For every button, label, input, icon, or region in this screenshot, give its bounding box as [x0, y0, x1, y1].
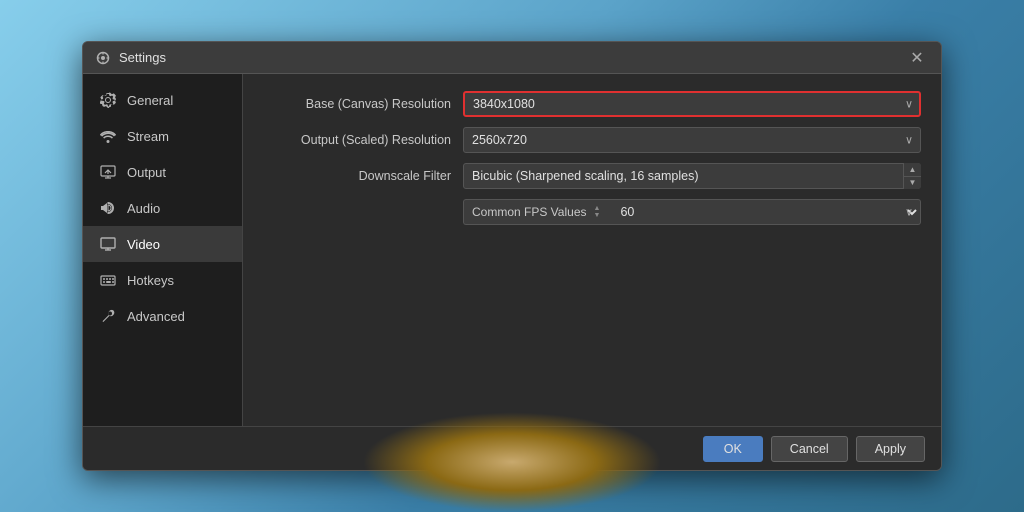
titlebar: Settings ✕: [83, 42, 941, 74]
cancel-button[interactable]: Cancel: [771, 436, 848, 462]
fps-tag-text: Common FPS Values: [472, 205, 587, 219]
sidebar-item-audio[interactable]: Audio: [83, 190, 242, 226]
wifi-icon: [99, 127, 117, 145]
output-resolution-dropdown[interactable]: 2560x720: [463, 127, 921, 153]
sidebar-label-output: Output: [127, 165, 166, 180]
fps-control: Common FPS Values ▲ ▼ 60: [463, 199, 921, 225]
sidebar-label-advanced: Advanced: [127, 309, 185, 324]
apply-button[interactable]: Apply: [856, 436, 925, 462]
settings-dialog: Settings ✕ General: [82, 41, 942, 471]
close-button[interactable]: ✕: [905, 46, 929, 70]
base-resolution-control: 3840x1080: [463, 91, 921, 117]
monitor-icon: [99, 235, 117, 253]
sidebar-item-stream[interactable]: Stream: [83, 118, 242, 154]
gear-icon: [99, 91, 117, 109]
sidebar-label-video: Video: [127, 237, 160, 252]
base-resolution-dropdown[interactable]: 3840x1080: [463, 91, 921, 117]
sidebar-label-general: General: [127, 93, 173, 108]
fps-label-wrapper: Common FPS Values ▲ ▼ 60: [463, 199, 921, 225]
sidebar-item-output[interactable]: Output: [83, 154, 242, 190]
downscale-filter-row: Downscale Filter ▲ ▼: [263, 162, 921, 190]
sidebar-item-advanced[interactable]: Advanced: [83, 298, 242, 334]
sidebar-item-hotkeys[interactable]: Hotkeys: [83, 262, 242, 298]
downscale-filter-control: ▲ ▼: [463, 163, 921, 189]
dialog-body: General Stream: [83, 74, 941, 426]
output-resolution-label: Output (Scaled) Resolution: [263, 133, 463, 147]
titlebar-icon: [95, 50, 111, 66]
downscale-filter-down[interactable]: ▼: [904, 177, 921, 190]
base-resolution-label: Base (Canvas) Resolution: [263, 97, 463, 111]
downscale-filter-wrapper: ▲ ▼: [463, 163, 921, 189]
dialog-title: Settings: [119, 50, 905, 65]
wrench-icon: [99, 307, 117, 325]
base-resolution-row: Base (Canvas) Resolution 3840x1080: [263, 90, 921, 118]
fps-tag-arrows: ▲ ▼: [594, 205, 601, 219]
downscale-filter-input[interactable]: [463, 163, 921, 189]
sidebar-item-video[interactable]: Video: [83, 226, 242, 262]
main-content: Base (Canvas) Resolution 3840x1080 Outpu…: [243, 74, 941, 426]
fps-tag: Common FPS Values ▲ ▼: [463, 199, 608, 225]
output-resolution-control: 2560x720: [463, 127, 921, 153]
fps-row: Common FPS Values ▲ ▼ 60: [263, 198, 921, 226]
downscale-filter-up[interactable]: ▲: [904, 163, 921, 177]
sidebar-label-stream: Stream: [127, 129, 169, 144]
base-resolution-dropdown-wrapper: 3840x1080: [463, 91, 921, 117]
keyboard-icon: [99, 271, 117, 289]
fps-dropdown[interactable]: 60: [608, 199, 921, 225]
output-resolution-dropdown-wrapper: 2560x720: [463, 127, 921, 153]
sidebar-item-general[interactable]: General: [83, 82, 242, 118]
output-icon: [99, 163, 117, 181]
downscale-filter-arrows: ▲ ▼: [903, 163, 921, 189]
settings-grid: Base (Canvas) Resolution 3840x1080 Outpu…: [263, 90, 921, 226]
downscale-filter-label: Downscale Filter: [263, 169, 463, 183]
output-resolution-row: Output (Scaled) Resolution 2560x720: [263, 126, 921, 154]
dialog-footer: OK Cancel Apply: [83, 426, 941, 470]
fps-dropdown-wrapper: 60: [608, 199, 921, 225]
sidebar-label-audio: Audio: [127, 201, 160, 216]
sidebar-label-hotkeys: Hotkeys: [127, 273, 174, 288]
speaker-icon: [99, 199, 117, 217]
ok-button[interactable]: OK: [703, 436, 763, 462]
sidebar: General Stream: [83, 74, 243, 426]
